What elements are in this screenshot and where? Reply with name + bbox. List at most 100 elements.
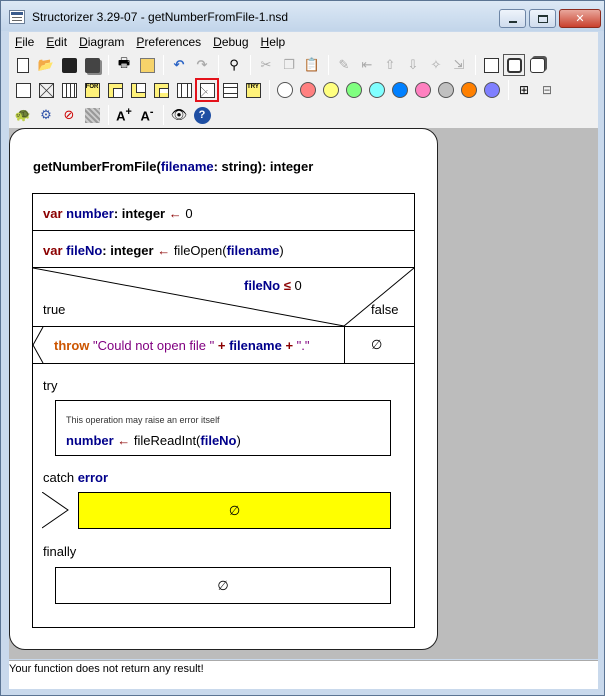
eye-icon: 👁 [170, 107, 188, 122]
case-icon [61, 82, 77, 98]
color-swatch-icon [300, 82, 316, 98]
color-white-button[interactable] [275, 80, 295, 100]
add-parallel-button[interactable] [220, 80, 240, 100]
undo-icon: ↶ [173, 57, 185, 72]
printer-icon: 🖶 [117, 55, 131, 70]
font-up-icon: A+ [116, 106, 132, 124]
try-block[interactable]: try This operation may raise an error it… [33, 364, 414, 628]
color-swatch-icon [461, 82, 477, 98]
app-window: Structorizer 3.29-07 - getNumberFromFile… [0, 0, 605, 696]
menu-edit[interactable]: Edit [40, 35, 73, 49]
color-yellow-button[interactable] [321, 80, 341, 100]
new-file-icon [17, 57, 29, 73]
collapse-button[interactable]: ⇲ [449, 55, 469, 75]
add-case-button[interactable] [59, 80, 79, 100]
help-button[interactable]: ? [192, 105, 212, 125]
frame-rounded-icon [506, 57, 522, 73]
move-down-button[interactable]: ⇩ [403, 55, 423, 75]
menu-preferences[interactable]: Preferences [130, 35, 207, 49]
save-button[interactable] [59, 55, 79, 75]
color-swatch-icon [346, 82, 362, 98]
font-down-button[interactable]: A- [137, 105, 157, 125]
move-up-button[interactable]: ⇧ [380, 55, 400, 75]
throw-statement[interactable]: throw "Could not open file " + filename … [54, 338, 310, 353]
paste-icon: 📋 [303, 57, 321, 72]
add-repeat-button[interactable] [128, 80, 148, 100]
color-violet-button[interactable] [482, 80, 502, 100]
executor-button[interactable]: ⚙ [36, 105, 56, 125]
export-picture-button[interactable] [137, 55, 157, 75]
finally-empty-block[interactable]: ∅ [55, 567, 391, 604]
redo-button[interactable]: ↷ [192, 55, 212, 75]
print-button[interactable]: 🖶 [114, 55, 134, 75]
view-main-button[interactable] [481, 55, 501, 75]
turtle-button[interactable]: 🐢 [13, 105, 33, 125]
color-green-button[interactable] [344, 80, 364, 100]
redo-icon: ↷ [196, 57, 208, 72]
view-function-button[interactable] [503, 54, 525, 76]
add-instruction-button[interactable] [13, 80, 33, 100]
color-gray-button[interactable] [436, 80, 456, 100]
add-jump-button[interactable] [195, 78, 219, 102]
try-instruction[interactable]: This operation may raise an error itself… [55, 400, 391, 456]
paste-button[interactable]: 📋 [302, 55, 322, 75]
save-as-button[interactable] [82, 55, 102, 75]
font-down-icon: A- [140, 106, 154, 124]
menu-help[interactable]: Help [255, 35, 292, 49]
empty-false-branch[interactable]: ∅ [371, 337, 382, 353]
try-label: try [43, 378, 58, 393]
edit-element-button[interactable]: ✎ [334, 55, 354, 75]
add-call-button[interactable] [174, 80, 194, 100]
alternative-condition[interactable]: fileNo ≤ 0 true false [33, 268, 414, 327]
close-button[interactable]: ✕ [559, 9, 601, 28]
binoculars-icon: ⚲ [229, 57, 239, 72]
color-cyan-button[interactable] [367, 80, 387, 100]
maximize-button[interactable] [529, 9, 556, 28]
function-signature[interactable]: getNumberFromFile(filename: string): int… [33, 159, 313, 174]
add-while-button[interactable] [105, 80, 125, 100]
arrange-button[interactable]: ⊟ [537, 80, 557, 100]
try-block-icon: TRY [245, 82, 261, 98]
color-blue-button[interactable] [390, 80, 410, 100]
minimize-button[interactable] [499, 9, 526, 28]
for-loop-icon: FOR [84, 82, 100, 98]
color-swatch-icon [415, 82, 431, 98]
open-file-button[interactable]: 📂 [36, 55, 56, 75]
find-button[interactable]: ⚲ [224, 55, 244, 75]
diagram-canvas[interactable]: getNumberFromFile(filename: string): int… [9, 128, 598, 659]
title-bar[interactable]: Structorizer 3.29-07 - getNumberFromFile… [1, 1, 604, 31]
copy-button[interactable]: ❐ [279, 55, 299, 75]
menu-file[interactable]: File [9, 35, 40, 49]
view-comments-button[interactable]: 👁 [169, 105, 189, 125]
toolbar-separator [475, 55, 476, 75]
cut-button[interactable]: ✂ [256, 55, 276, 75]
status-message: Your function does not return any result… [9, 663, 204, 675]
color-pink-button[interactable] [413, 80, 433, 100]
delete-element-button[interactable]: ⇤ [357, 55, 377, 75]
catch-empty-block[interactable]: ∅ [78, 492, 391, 529]
add-for-button[interactable]: FOR [82, 80, 102, 100]
analyse-structure-button[interactable]: ⊞ [514, 80, 534, 100]
add-if-button[interactable] [36, 80, 56, 100]
menu-debug[interactable]: Debug [207, 35, 254, 49]
color-orange-button[interactable] [459, 80, 479, 100]
toolbar-separator [108, 55, 109, 75]
transmute-button[interactable]: ✧ [426, 55, 446, 75]
new-file-button[interactable] [13, 55, 33, 75]
font-up-button[interactable]: A+ [114, 105, 134, 125]
toolbar-separator [218, 55, 219, 75]
add-try-button[interactable]: TRY [243, 80, 263, 100]
function-frame[interactable]: getNumberFromFile(filename: string): int… [9, 128, 438, 650]
floppy-icon [61, 57, 77, 73]
add-forever-button[interactable] [151, 80, 171, 100]
generator-button[interactable]: ⊘ [59, 105, 79, 125]
instruction-var-number[interactable]: var number: integer ← 0 [33, 194, 414, 231]
toolbar-separator [163, 105, 164, 125]
while-loop-icon [107, 82, 123, 98]
color-red-button[interactable] [298, 80, 318, 100]
instruction-var-fileno[interactable]: var fileNo: integer ← fileOpen(filename) [33, 231, 414, 268]
menu-diagram[interactable]: Diagram [73, 35, 130, 49]
undo-button[interactable]: ↶ [169, 55, 189, 75]
import-button[interactable] [82, 105, 102, 125]
view-include-button[interactable] [527, 55, 547, 75]
